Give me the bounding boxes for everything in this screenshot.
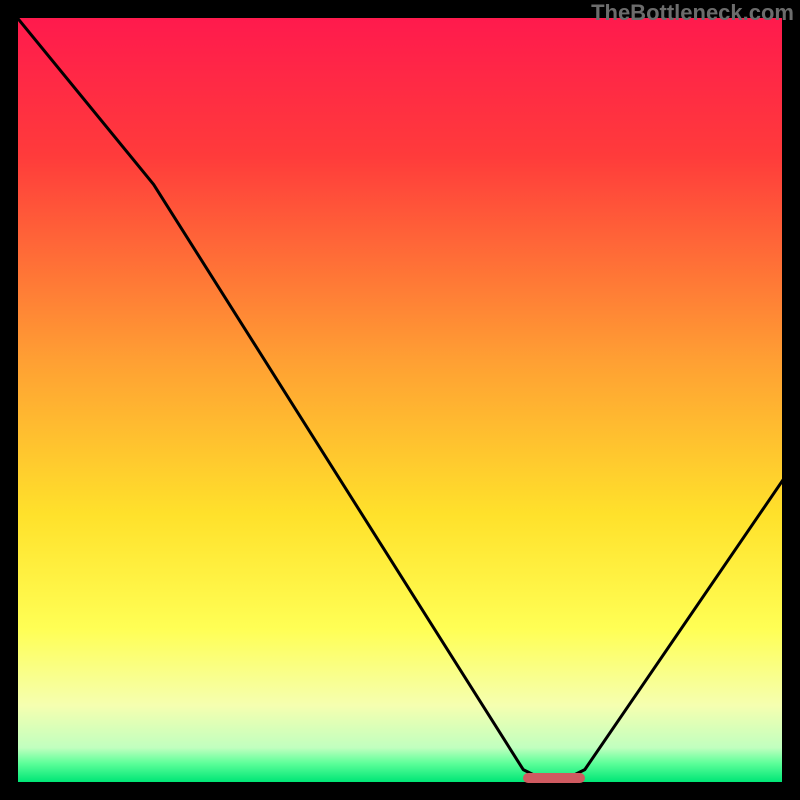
optimum-range-marker [523,773,585,783]
watermark-text: TheBottleneck.com [591,0,794,26]
chart-background-gradient [15,15,785,785]
chart-frame: TheBottleneck.com [0,0,800,800]
